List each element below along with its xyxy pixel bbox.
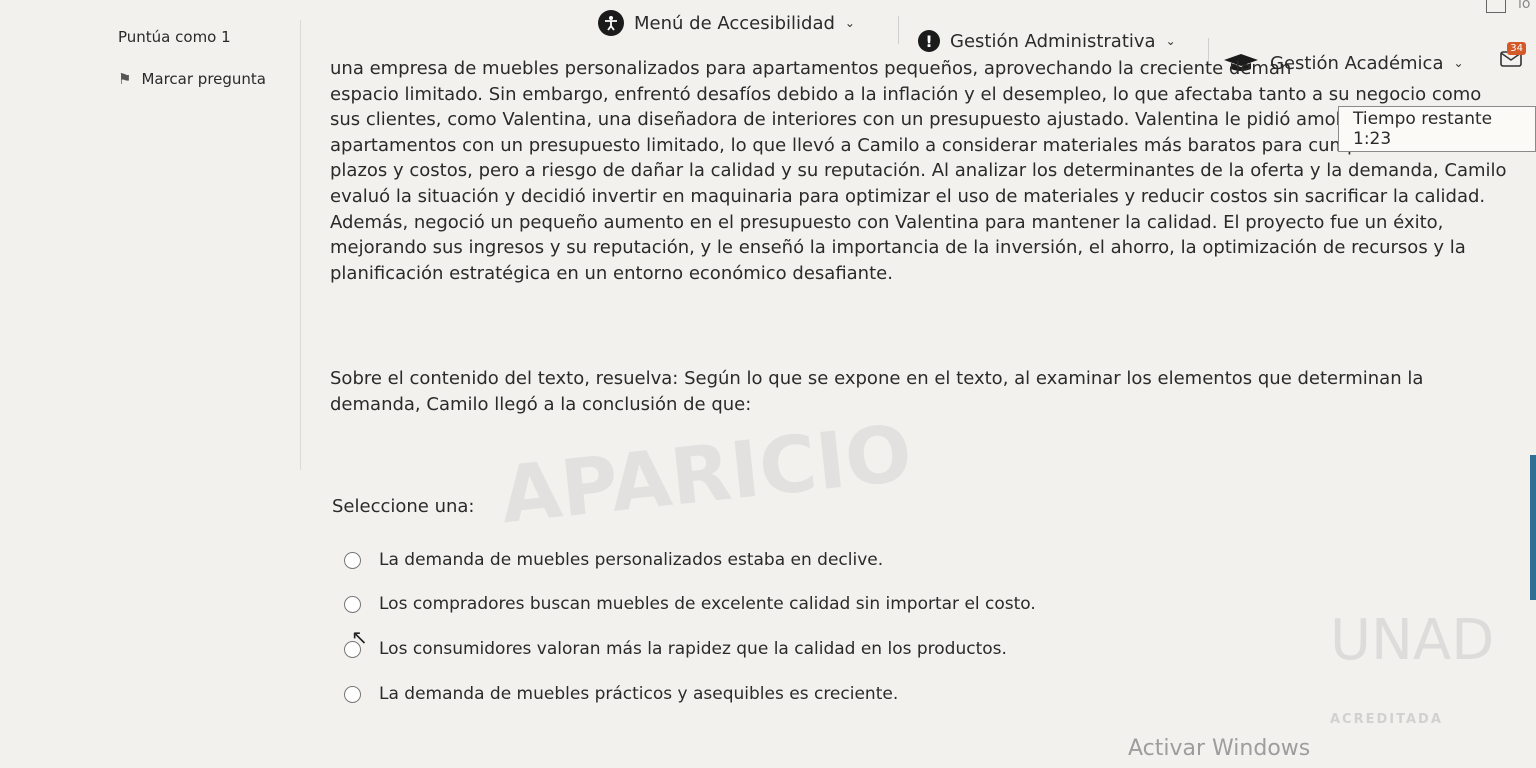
nav-admin-menu[interactable]: ! Gestión Administrativa ⌄	[918, 30, 1176, 52]
question-line: Además, negoció un pequeño aumento en el…	[330, 211, 1444, 233]
nav-divider	[898, 16, 899, 44]
question-prompt: Sobre el contenido del texto, resuelva: …	[330, 368, 1424, 415]
question-line: mejorando sus ingresos y su reputación, …	[330, 237, 1466, 259]
answer-option-label: Los consumidores valoran más la rapidez …	[379, 639, 1007, 659]
answer-option-label: La demanda de muebles prácticos y asequi…	[379, 684, 899, 704]
answer-option-d[interactable]: La demanda de muebles prácticos y asequi…	[344, 684, 898, 704]
question-text: una empresa de muebles personalizados pa…	[330, 56, 1530, 286]
side-help-tab[interactable]	[1530, 455, 1536, 600]
flag-icon: ⚑	[118, 70, 132, 88]
corner-text: lo	[1518, 0, 1531, 12]
nav-accessibility-menu[interactable]: Menú de Accesibilidad ⌄	[598, 10, 855, 36]
chevron-down-icon: ⌄	[844, 16, 855, 30]
accreditation-mark: ACREDITADA	[1330, 712, 1443, 727]
notification-count: 34	[1507, 42, 1526, 55]
nav-admin-label: Gestión Administrativa	[950, 30, 1156, 52]
question-line: planificación estratégica en un entorno …	[330, 262, 893, 284]
chevron-down-icon: ⌄	[1165, 34, 1176, 48]
question-line: espacio limitado. Sin embargo, enfrentó …	[330, 83, 1482, 105]
cursor-icon: ↖	[351, 625, 368, 649]
flag-question-label: Marcar pregunta	[141, 70, 266, 88]
radio-button[interactable]	[344, 595, 361, 613]
answer-option-label: La demanda de muebles personalizados est…	[379, 550, 884, 570]
alert-icon: !	[918, 30, 940, 52]
answer-option-c[interactable]: Los consumidores valoran más la rapidez …	[344, 639, 1007, 659]
activate-windows-watermark: Activar Windows	[1128, 736, 1311, 761]
score-label: Puntúa como 1	[118, 28, 231, 46]
window-button[interactable]	[1486, 0, 1506, 13]
question-line: evaluó la situación y decidió invertir e…	[330, 185, 1486, 207]
select-one-label: Seleccione una:	[332, 496, 475, 517]
radio-button[interactable]	[344, 551, 361, 569]
accessibility-icon	[598, 10, 624, 36]
radio-button[interactable]	[344, 685, 361, 703]
university-logo: UNAD	[1330, 608, 1495, 673]
answer-option-b[interactable]: Los compradores buscan muebles de excele…	[344, 594, 1036, 614]
answer-option-label: Los compradores buscan muebles de excele…	[379, 594, 1036, 614]
nav-accessibility-label: Menú de Accesibilidad	[634, 12, 835, 34]
question-line: plazos y costos, pero a riesgo de dañar …	[330, 160, 1507, 182]
answer-option-a[interactable]: La demanda de muebles personalizados est…	[344, 550, 883, 570]
flag-question-button[interactable]: ⚑ Marcar pregunta	[118, 70, 266, 88]
time-remaining: Tiempo restante 1:23	[1338, 106, 1536, 152]
question-line: una empresa de muebles personalizados pa…	[330, 58, 1292, 79]
watermark-name: APARICIO	[496, 408, 916, 542]
